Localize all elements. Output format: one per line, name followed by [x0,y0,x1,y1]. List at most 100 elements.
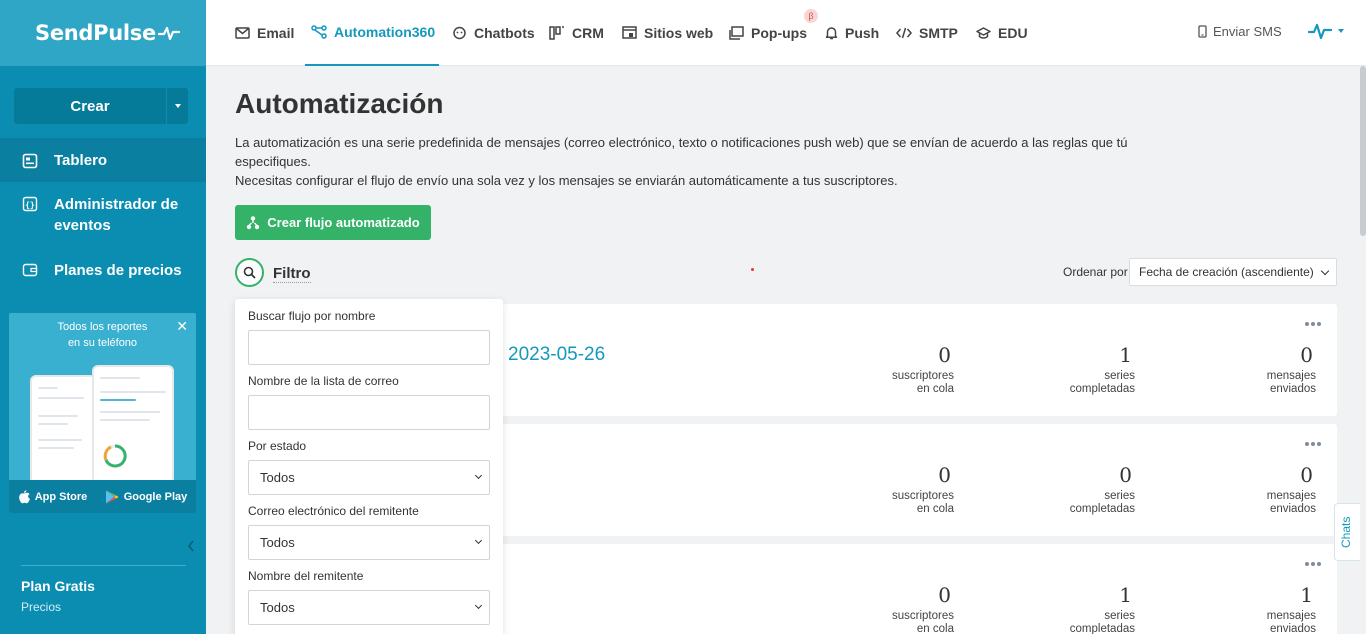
sender-name-select[interactable]: Todos [248,590,490,625]
mailing-list-label: Nombre de la lista de correo [248,374,399,388]
tab-websites[interactable]: Sitios web [622,0,713,66]
create-dropdown-toggle[interactable] [166,88,188,124]
logo-area: SendPulse [0,0,206,66]
chats-widget-tab[interactable]: Chats [1334,503,1360,561]
send-sms-label: Enviar SMS [1213,23,1282,39]
stat-completed: 0 series completadas [1025,462,1135,516]
pulse-icon [157,26,180,41]
chatbot-icon [453,26,466,40]
plan-name: Plan Gratis [21,578,95,594]
sender-name-value: Todos [260,600,295,615]
tab-automation360[interactable]: Automation360 [305,0,439,66]
tab-label: EDU [998,25,1028,41]
stat-number: 0 [1300,343,1313,367]
tab-edu[interactable]: EDU [976,0,1028,66]
events-icon: {} [22,196,38,212]
search-icon [243,266,256,279]
chevron-down-icon [474,536,483,545]
phone-icon [1198,24,1207,38]
description-line: Necesitas configurar el flujo de envío u… [235,173,898,188]
filter-toggle-button[interactable] [235,258,264,287]
google-play-label: Google Play [123,490,188,503]
sidebar-item-label: Planes de precios [54,262,182,279]
collapse-sidebar-icon[interactable] [187,540,195,552]
phone-mockup-right [92,365,174,485]
sidebar-item-pricing[interactable]: Planes de precios [0,260,206,281]
app-store-label: App Store [34,490,88,503]
stat-completed: 1 series completadas [1025,582,1135,634]
send-sms-link[interactable]: Enviar SMS [1198,0,1282,62]
sidebar-divider [21,565,186,566]
stat-label: series completadas [1069,370,1135,395]
logo[interactable]: SendPulse [35,21,180,45]
more-options-icon[interactable] [1305,442,1321,446]
tab-label: Sitios web [644,25,714,41]
stat-sent: 0 mensajes enviados [1206,342,1316,396]
sender-email-select[interactable]: Todos [248,525,490,560]
account-menu[interactable] [1308,21,1344,41]
tab-smtp[interactable]: SMTP [896,0,958,66]
stat-label: series completadas [1069,490,1135,515]
more-options-icon[interactable] [1305,322,1321,326]
app-store-link[interactable]: App Store [18,489,88,504]
svg-text:{}: {} [25,201,35,210]
tab-label: Automation360 [334,24,436,40]
stat-number: 0 [938,343,951,367]
tab-chatbots[interactable]: Chatbots [452,0,535,66]
stat-queued: 0 suscriptores en cola [844,342,954,396]
sender-email-label: Correo electrónico del remitente [248,504,419,518]
stat-queued: 0 suscriptores en cola [844,462,954,516]
create-flow-label: Crear flujo automatizado [267,215,420,230]
indicator-dot [751,268,754,271]
tab-email[interactable]: Email [235,0,294,66]
chevron-down-icon [474,471,483,480]
sidebar-item-dashboard[interactable]: Tablero [0,138,206,182]
tab-label: SMTP [919,25,958,41]
status-select[interactable]: Todos [248,460,490,495]
graduation-cap-icon [976,26,991,39]
stat-number: 0 [1300,463,1313,487]
sidebar: SendPulse Crear Tablero {} Administrador… [0,0,206,634]
flow-date[interactable]: 2023-05-26 [508,344,605,366]
page-scrollbar[interactable] [1360,66,1366,236]
dashboard-icon [22,153,38,169]
automation-icon [311,25,327,39]
stat-sent: 1 mensajes enviados [1206,582,1316,634]
create-flow-button[interactable]: Crear flujo automatizado [235,205,431,240]
flow-icon [247,215,260,229]
chevron-down-icon [474,601,483,610]
sort-value: Fecha de creación (ascendiente) [1139,265,1314,279]
mailing-list-input[interactable] [248,395,490,430]
tab-popups[interactable]: Pop-ups [729,0,807,66]
pricing-icon [22,263,38,277]
tab-label: Email [257,25,295,41]
stat-label: mensajes enviados [1266,490,1316,515]
flow-name-input[interactable] [248,330,490,365]
google-play-icon [105,490,119,503]
stat-number: 1 [1119,583,1132,607]
sidebar-item-events[interactable]: {} Administrador de eventos [0,194,206,236]
tab-push[interactable]: Push [825,0,879,66]
more-options-icon[interactable] [1305,562,1321,566]
status-value: Todos [260,470,295,485]
tab-label: CRM [572,25,604,41]
apple-icon [18,489,30,503]
google-play-link[interactable]: Google Play [105,490,188,504]
create-button-label[interactable]: Crear [14,88,166,124]
app-store-bar: App Store Google Play [9,480,196,513]
sender-email-value: Todos [260,535,295,550]
flow-name-label: Buscar flujo por nombre [248,309,376,323]
pricing-link[interactable]: Precios [21,600,61,614]
sort-select[interactable]: Fecha de creación (ascendiente) [1129,258,1337,286]
stat-label: mensajes enviados [1266,610,1316,634]
tab-crm[interactable]: CRM [549,0,604,66]
stat-label: suscriptores en cola [892,610,954,634]
filter-label[interactable]: Filtro [273,265,311,283]
create-button[interactable]: Crear [14,88,188,124]
page-description: La automatización es una serie predefini… [235,133,1155,190]
close-icon[interactable]: ✕ [176,319,188,333]
crm-icon [549,26,564,40]
chevron-down-icon [1338,29,1344,33]
top-navigation: Email Automation360 Chatbots CRM Sitios … [206,0,1366,66]
beta-badge: β [804,9,818,23]
